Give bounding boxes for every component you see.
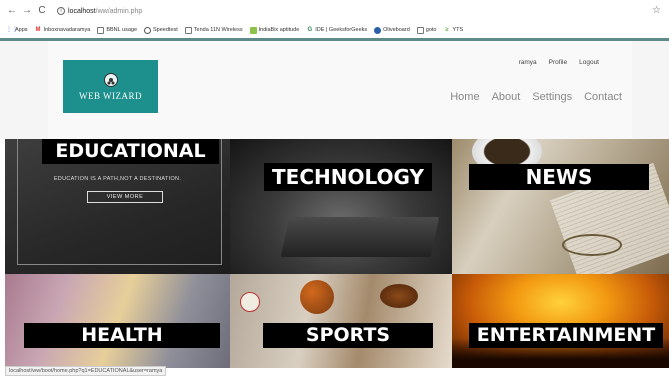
profile-link[interactable]: Profile xyxy=(549,59,567,66)
bookmark-label: Apps xyxy=(15,27,28,33)
apps-grid-icon: ⋮⋮ xyxy=(6,26,18,33)
bookmark-label: Inboxnavadaramya xyxy=(43,27,91,33)
bookmark-label: Oliveboard xyxy=(383,27,410,33)
bookmark-item[interactable]: ≥ YTS xyxy=(443,27,463,34)
user-links: ramya Profile Logout xyxy=(507,59,599,66)
bookmark-label: Tenda 11N Wireless xyxy=(193,27,243,33)
reload-icon[interactable]: C xyxy=(36,5,48,17)
url-host: localhost xyxy=(68,7,96,15)
tile-title: SPORTS xyxy=(263,323,433,348)
nav-contact[interactable]: Contact xyxy=(584,91,622,103)
back-arrow-icon[interactable]: ← xyxy=(6,5,18,17)
bookmark-star-icon[interactable]: ☆ xyxy=(652,5,661,16)
logo-text: WEB WIZARD xyxy=(78,90,143,101)
laptop-image xyxy=(280,217,440,257)
geeksforgeeks-icon: G xyxy=(307,26,313,33)
football-image xyxy=(380,284,418,308)
bookmark-item[interactable]: M Inboxnavadaramya xyxy=(35,27,91,34)
team-icon xyxy=(103,72,118,87)
indiabix-icon xyxy=(249,26,257,34)
bookmark-item[interactable]: ⋮⋮ Apps xyxy=(6,27,28,34)
basketball-image xyxy=(300,280,334,314)
tile-technology[interactable]: TECHNOLOGY xyxy=(230,139,452,274)
bookmark-item[interactable]: Tenda 11N Wireless xyxy=(184,26,243,34)
nav-settings[interactable]: Settings xyxy=(532,91,572,103)
tile-title: TECHNOLOGY xyxy=(264,163,432,191)
bookmark-label: BBNL usage xyxy=(106,27,138,33)
info-icon[interactable]: i xyxy=(57,7,65,15)
url-path: /ww/admin.php xyxy=(95,7,143,15)
bookmark-item[interactable]: G IDE | GeeksforGeeks xyxy=(306,27,367,34)
bookmark-item[interactable]: goto xyxy=(416,26,437,34)
bookmark-label: Speedtest xyxy=(153,27,178,33)
yts-icon: ≥ xyxy=(445,26,449,33)
tile-news[interactable]: NEWS xyxy=(452,139,669,274)
nav-about[interactable]: About xyxy=(492,91,521,103)
address-bar[interactable]: i localhost /ww/admin.php xyxy=(57,7,142,15)
bookmark-item[interactable]: BBNL usage xyxy=(97,26,138,34)
gmail-icon: M xyxy=(35,26,41,33)
view-more-button[interactable]: VIEW MORE xyxy=(87,191,163,203)
page-icon xyxy=(416,26,424,34)
browser-status-bar: localhost/ww/boot/home.php?q1=EDUCATIONA… xyxy=(5,366,167,376)
tile-health[interactable]: HEALTH xyxy=(5,274,230,368)
tile-entertainment[interactable]: ENTERTAINMENT xyxy=(452,274,669,368)
username-link[interactable]: ramya xyxy=(519,59,537,66)
oliveboard-icon xyxy=(374,26,382,34)
bookmark-label: IndiaBix aptitude xyxy=(258,27,300,33)
tile-title: NEWS xyxy=(469,164,649,190)
main-nav: Home About Settings Contact xyxy=(438,91,622,103)
bookmark-label: IDE | GeeksforGeeks xyxy=(315,27,368,33)
bookmark-item[interactable]: IndiaBix aptitude xyxy=(249,26,300,34)
tile-tagline: EDUCATION IS A PATH,NOT A DESTINATION. xyxy=(53,176,182,182)
tile-title: HEALTH xyxy=(24,323,220,348)
speedtest-icon xyxy=(144,26,152,34)
bookmark-label: YTS xyxy=(452,27,464,33)
baseball-image xyxy=(240,292,260,312)
tile-title: ENTERTAINMENT xyxy=(469,323,663,348)
bookmark-item[interactable]: Speedtest xyxy=(144,26,178,34)
bookmark-label: goto xyxy=(425,27,437,33)
forward-arrow-icon[interactable]: → xyxy=(21,5,33,17)
tile-educational[interactable]: EDUCATIONAL EDUCATION IS A PATH,NOT A DE… xyxy=(5,139,230,274)
glasses-image xyxy=(562,234,622,256)
nav-home[interactable]: Home xyxy=(450,91,479,103)
browser-toolbar: ← → C i localhost /ww/admin.php ☆ xyxy=(0,0,669,22)
site-logo[interactable]: WEB WIZARD xyxy=(63,60,158,113)
logout-link[interactable]: Logout xyxy=(579,59,599,66)
tile-title: EDUCATIONAL xyxy=(42,139,219,164)
page-icon xyxy=(184,26,192,34)
bookmarks-bar: ⋮⋮ Apps M Inboxnavadaramya BBNL usage Sp… xyxy=(0,22,669,38)
tile-sports[interactable]: SPORTS xyxy=(230,274,452,368)
page-icon xyxy=(97,26,105,34)
bookmark-item[interactable]: Oliveboard xyxy=(374,26,410,34)
